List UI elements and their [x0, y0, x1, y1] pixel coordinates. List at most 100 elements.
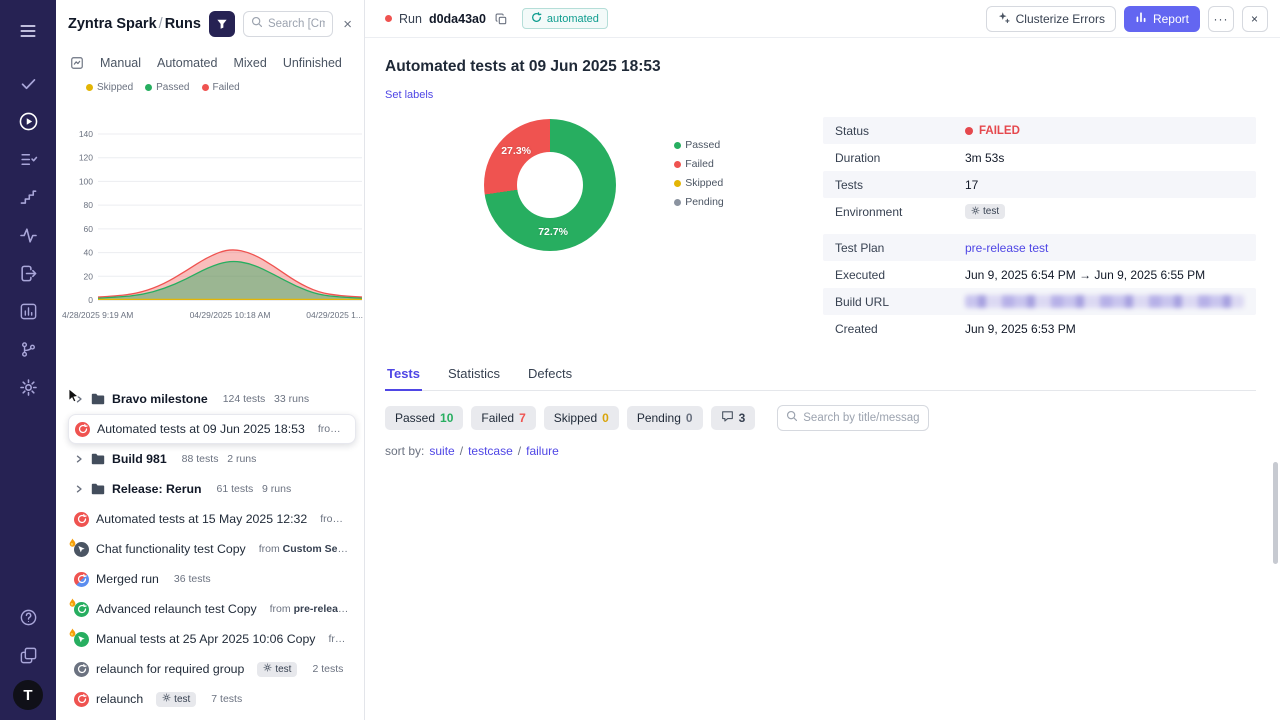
- folder-icon: [91, 483, 105, 495]
- branch-icon[interactable]: [8, 330, 48, 368]
- sort-by-testcase[interactable]: testcase: [468, 444, 513, 458]
- legend-dot: [202, 84, 209, 91]
- runs-play-icon[interactable]: [8, 102, 48, 140]
- clusterize-errors-button[interactable]: Clusterize Errors: [986, 6, 1116, 32]
- tree-folder-item[interactable]: Bravo milestone124 tests 33 runs: [68, 384, 356, 414]
- close-run-button[interactable]: ×: [1242, 6, 1268, 32]
- chevron-right-icon[interactable]: [74, 485, 84, 493]
- sort-by-suite[interactable]: suite: [429, 444, 454, 458]
- tab-tests[interactable]: Tests: [385, 360, 422, 391]
- run-overview: 27.3% 72.7% PassedFailedSkippedPending S…: [385, 117, 1256, 342]
- runs-search[interactable]: [243, 11, 333, 37]
- detail-row: Test Planpre-release test: [823, 234, 1256, 261]
- tree-run-item[interactable]: relaunchtest7 tests: [68, 684, 356, 714]
- env-chip: test: [257, 662, 297, 677]
- legend-item: Failed: [202, 82, 240, 93]
- svg-text:04/29/2025 10:18 AM: 04/29/2025 10:18 AM: [190, 310, 271, 320]
- import-export-icon[interactable]: [8, 254, 48, 292]
- chart-toggle-icon[interactable]: [70, 56, 84, 70]
- project-name[interactable]: Zyntra Spark: [68, 16, 157, 32]
- runs-panel: Zyntra Spark/Runs × Manual Automated Mix…: [56, 0, 365, 720]
- detail-label: Executed: [835, 268, 965, 282]
- checks-icon[interactable]: [8, 64, 48, 102]
- filter-count: 7: [519, 411, 526, 425]
- tree-run-item[interactable]: Merged run36 tests: [68, 564, 356, 594]
- filter-failed-chip[interactable]: Failed7: [471, 406, 535, 430]
- legend-dot: [145, 84, 152, 91]
- menu-icon[interactable]: [8, 12, 48, 50]
- more-options-button[interactable]: ···: [1208, 6, 1234, 32]
- activity-icon[interactable]: [8, 216, 48, 254]
- breadcrumb-divider: /: [157, 16, 165, 32]
- tab-defects[interactable]: Defects: [526, 360, 574, 390]
- fire-icon: [68, 628, 77, 639]
- legend-label: Pending: [685, 196, 724, 208]
- set-labels-link[interactable]: Set labels: [385, 89, 433, 101]
- tests-search[interactable]: [777, 405, 929, 431]
- svg-text:04/29/2025 1...: 04/29/2025 1...: [306, 310, 363, 320]
- report-button[interactable]: Report: [1124, 6, 1200, 32]
- detail-row: Duration3m 53s: [823, 144, 1256, 171]
- donut-zone: 27.3% 72.7% PassedFailedSkippedPending: [385, 117, 823, 342]
- analytics-icon[interactable]: [8, 292, 48, 330]
- filter-passed-chip[interactable]: Passed10: [385, 406, 463, 430]
- test-plan-link[interactable]: pre-release test: [965, 241, 1048, 255]
- chevron-right-icon[interactable]: [74, 395, 84, 403]
- tab-unfinished[interactable]: Unfinished: [283, 56, 342, 70]
- tree-run-item[interactable]: Automated tests at 09 Jun 2025 18:53from…: [68, 414, 356, 444]
- detail-label: Created: [835, 322, 965, 336]
- tree-folder-item[interactable]: Build 98188 tests 2 runs: [68, 444, 356, 474]
- filter-pending-chip[interactable]: Pending0: [627, 406, 703, 430]
- tree-run-item[interactable]: Manual tests at 25 Apr 2025 10:06 Copy fr…: [68, 624, 356, 654]
- runs-search-input[interactable]: [268, 18, 325, 30]
- run-details-table: StatusFAILEDDuration3m 53sTests17Environ…: [823, 117, 1256, 342]
- run-source: from Pla...: [328, 633, 350, 645]
- tab-automated[interactable]: Automated: [157, 56, 217, 70]
- sort-separator: /: [460, 444, 463, 458]
- legend-label: Skipped: [685, 177, 723, 189]
- sort-by-failure[interactable]: failure: [526, 444, 559, 458]
- donut-legend: PassedFailedSkippedPending: [674, 139, 724, 342]
- merged-run-icon: [74, 572, 89, 587]
- automated-run-icon: [74, 602, 89, 617]
- filter-count: 10: [440, 411, 453, 425]
- tests-search-input[interactable]: [803, 412, 920, 424]
- env-chip: test: [156, 692, 196, 707]
- filter-count: 0: [602, 411, 609, 425]
- detail-value: 17: [965, 178, 978, 192]
- tests-scrollbar[interactable]: [1273, 462, 1278, 564]
- sort-label: sort by:: [385, 444, 424, 458]
- comments-filter-chip[interactable]: 3: [711, 406, 756, 430]
- folder-icon: [91, 393, 105, 405]
- copy-icon[interactable]: [495, 13, 507, 25]
- sparkles-icon: [997, 11, 1010, 27]
- report-chart-icon: [1135, 11, 1147, 26]
- tree-run-item[interactable]: Advanced relaunch test Copyfrom pre-rele…: [68, 594, 356, 624]
- help-icon[interactable]: [8, 598, 48, 636]
- tab-mixed[interactable]: Mixed: [233, 56, 266, 70]
- tab-statistics[interactable]: Statistics: [446, 360, 502, 390]
- svg-text:140: 140: [79, 129, 93, 139]
- item-name: Manual tests at 25 Apr 2025 10:06 Copy: [96, 632, 315, 646]
- tab-manual[interactable]: Manual: [100, 56, 141, 70]
- panel-close-icon[interactable]: ×: [341, 16, 354, 33]
- filter-label: Pending: [637, 411, 681, 425]
- app-logo[interactable]: T: [13, 680, 43, 710]
- settings-gear-icon[interactable]: [8, 368, 48, 406]
- automated-badge[interactable]: automated: [522, 8, 608, 29]
- item-name: Merged run: [96, 572, 159, 586]
- detail-row: StatusFAILED: [823, 117, 1256, 144]
- filter-skipped-chip[interactable]: Skipped0: [544, 406, 619, 430]
- checklist-icon[interactable]: [8, 140, 48, 178]
- legend-item: Skipped: [86, 82, 133, 93]
- chevron-right-icon[interactable]: [74, 455, 84, 463]
- tree-run-item[interactable]: Automated tests at 15 May 2025 12:32from…: [68, 504, 356, 534]
- tree-run-item[interactable]: relaunch for required grouptest2 tests: [68, 654, 356, 684]
- filter-button[interactable]: [209, 11, 235, 37]
- steps-icon[interactable]: [8, 178, 48, 216]
- layers-icon[interactable]: [8, 636, 48, 674]
- legend-label: Passed: [685, 139, 720, 151]
- tree-folder-item[interactable]: Release: Rerun61 tests 9 runs: [68, 474, 356, 504]
- tree-run-item[interactable]: Chat functionality test Copyfrom Custom …: [68, 534, 356, 564]
- env-chip: test: [965, 204, 1005, 219]
